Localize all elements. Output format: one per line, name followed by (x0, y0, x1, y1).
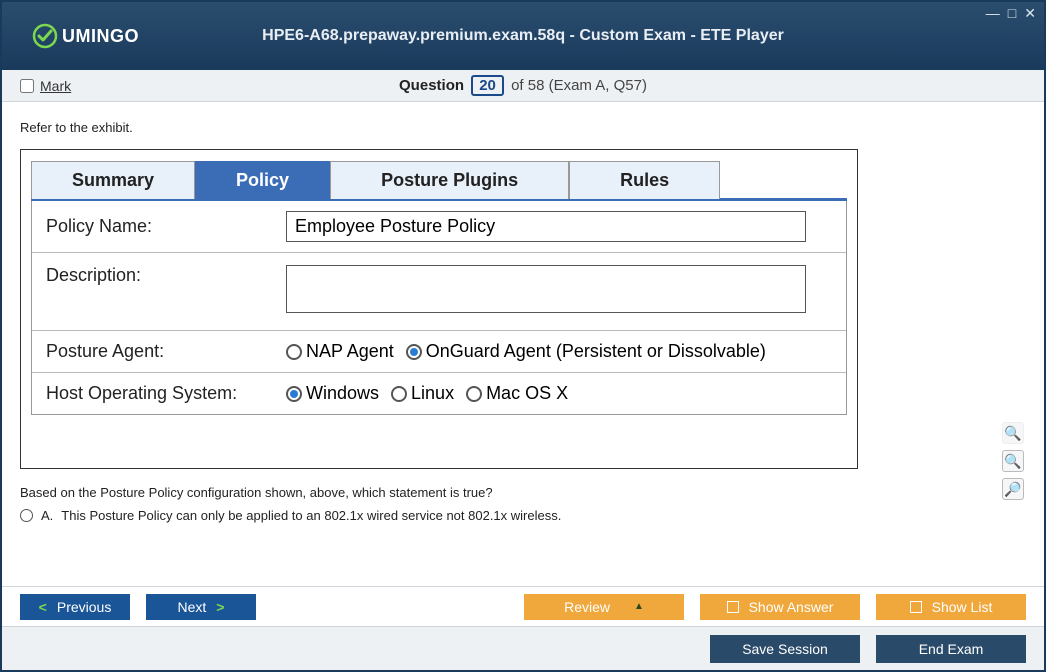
minimize-button[interactable]: — (986, 6, 1000, 20)
answer-a-text: This Posture Policy can only be applied … (61, 508, 561, 523)
save-session-button[interactable]: Save Session (710, 635, 860, 663)
window-title: HPE6-A68.prepaway.premium.exam.58q - Cus… (2, 27, 1044, 45)
show-list-button[interactable]: Show List (876, 594, 1026, 620)
tab-policy[interactable]: Policy (195, 161, 330, 199)
answer-a-prefix: A. (41, 508, 53, 523)
close-button[interactable]: ✕ (1024, 6, 1036, 20)
policy-name-input[interactable] (286, 211, 806, 242)
logo-text: UMINGO (62, 26, 139, 47)
zoom-out-icon[interactable]: 🔎 (1002, 478, 1024, 500)
session-footer: Save Session End Exam (2, 626, 1044, 670)
policy-name-label: Policy Name: (46, 216, 286, 237)
question-number: 20 (471, 75, 504, 96)
answer-option-a[interactable]: A. This Posture Policy can only be appli… (20, 508, 1026, 523)
checkbox-icon (727, 601, 739, 613)
next-button[interactable]: Next> (146, 594, 256, 620)
radio-nap-agent[interactable]: NAP Agent (286, 341, 394, 362)
row-host-os: Host Operating System: Windows Linux Mac… (32, 373, 846, 414)
row-posture-agent: Posture Agent: NAP Agent OnGuard Agent (… (32, 331, 846, 373)
policy-form: Policy Name: Description: Posture Agent:… (31, 201, 847, 415)
mark-checkbox[interactable] (20, 79, 34, 93)
radio-macosx[interactable]: Mac OS X (466, 383, 568, 404)
review-button[interactable]: Review▲ (524, 594, 684, 620)
titlebar: — □ ✕ UMINGO HPE6-A68.prepaway.premium.e… (2, 2, 1044, 70)
radio-icon[interactable] (20, 509, 33, 522)
chevron-left-icon: < (39, 599, 47, 615)
refer-text: Refer to the exhibit. (20, 120, 1026, 135)
description-input[interactable] (286, 265, 806, 313)
tab-summary[interactable]: Summary (31, 161, 195, 199)
app-window: — □ ✕ UMINGO HPE6-A68.prepaway.premium.e… (0, 0, 1046, 672)
checkbox-icon (910, 601, 922, 613)
row-description: Description: (32, 253, 846, 331)
posture-agent-label: Posture Agent: (46, 341, 286, 362)
host-os-label: Host Operating System: (46, 383, 286, 404)
description-label: Description: (46, 265, 286, 286)
window-controls: — □ ✕ (986, 6, 1036, 20)
maximize-button[interactable]: □ (1008, 6, 1016, 20)
question-counter: Question 20 of 58 (Exam A, Q57) (2, 75, 1044, 96)
nav-footer: <Previous Next> Review▲ Show Answer Show… (2, 586, 1044, 626)
logo: UMINGO (32, 23, 139, 49)
show-answer-button[interactable]: Show Answer (700, 594, 860, 620)
tab-posture-plugins[interactable]: Posture Plugins (330, 161, 569, 199)
exhibit-tabs: Summary Policy Posture Plugins Rules (31, 160, 847, 201)
zoom-reset-icon[interactable]: 🔍 (1002, 422, 1024, 444)
exhibit-image: Summary Policy Posture Plugins Rules Pol… (20, 149, 858, 469)
zoom-controls: 🔍 🔍 🔎 (1002, 422, 1024, 500)
chevron-right-icon: > (216, 599, 224, 615)
end-exam-button[interactable]: End Exam (876, 635, 1026, 663)
triangle-up-icon: ▲ (634, 601, 644, 612)
radio-onguard-agent[interactable]: OnGuard Agent (Persistent or Dissolvable… (406, 341, 766, 362)
question-bar: Mark Question 20 of 58 (Exam A, Q57) (2, 70, 1044, 102)
tab-rules[interactable]: Rules (569, 161, 720, 199)
previous-button[interactable]: <Previous (20, 594, 130, 620)
radio-windows[interactable]: Windows (286, 383, 379, 404)
zoom-in-icon[interactable]: 🔍 (1002, 450, 1024, 472)
radio-linux[interactable]: Linux (391, 383, 454, 404)
question-stem: Based on the Posture Policy configuratio… (20, 485, 1026, 500)
mark-checkbox-wrap[interactable]: Mark (20, 78, 71, 94)
logo-check-icon (32, 23, 58, 49)
mark-label[interactable]: Mark (40, 78, 71, 94)
content-area: Refer to the exhibit. Summary Policy Pos… (2, 102, 1044, 586)
row-policy-name: Policy Name: (32, 201, 846, 253)
